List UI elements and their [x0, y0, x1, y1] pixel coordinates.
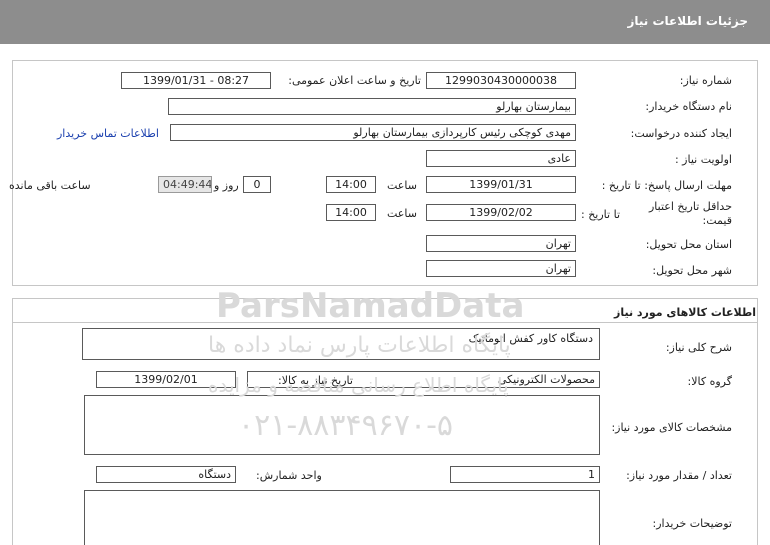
buyer-org-label: نام دستگاه خریدار: [645, 100, 732, 113]
city-label: شهر محل تحویل: [652, 264, 732, 277]
announce-label: تاریخ و ساعت اعلان عمومی: [288, 74, 421, 87]
need-number-field: 1299030430000038 [426, 72, 576, 89]
days-label: روز و [214, 179, 239, 192]
creator-label: ایجاد کننده درخواست: [630, 127, 732, 140]
buyer-notes-field [84, 490, 600, 545]
need-date-field: 1399/02/01 [96, 371, 236, 388]
province-label: استان محل تحویل: [645, 238, 732, 251]
specs-label: مشخصات کالای مورد نیاز: [611, 421, 732, 434]
remaining-label: ساعت باقی مانده [9, 179, 91, 192]
priority-label: اولویت نیاز : [674, 153, 732, 166]
title-bar: جزئیات اطلاعات نیاز [0, 0, 770, 44]
quantity-field: 1 [450, 466, 600, 483]
group-label: گروه کالا: [687, 375, 732, 388]
deadline-time-label: ساعت [387, 179, 417, 192]
validity-label: حداقل تاریخ اعتبار قیمت: [648, 200, 732, 227]
validity-to-label: تا تاریخ : [581, 208, 620, 221]
buyer-org-field: بیمارستان بهارلو [168, 98, 576, 115]
specs-field [84, 395, 600, 455]
section-divider [13, 322, 757, 323]
creator-field: مهدی کوچکی رئیس کارپردازی بیمارستان بهار… [170, 124, 576, 141]
buyer-notes-label: توضیحات خریدار: [652, 517, 733, 530]
days-remaining-field: 0 [243, 176, 271, 193]
need-date-label: تاریخ نیاز به کالا: [278, 374, 353, 387]
description-label: شرح کلی نیاز: [665, 341, 732, 354]
page-title: جزئیات اطلاعات نیاز [627, 14, 748, 28]
city-field: تهران [426, 260, 576, 277]
goods-section-title: اطلاعات کالاهای مورد نیاز [614, 306, 756, 319]
need-number-label: شماره نیاز: [679, 74, 732, 87]
buyer-contact-link[interactable]: اطلاعات تماس خریدار [57, 127, 159, 140]
quantity-label: تعداد / مقدار مورد نیاز: [626, 469, 732, 482]
validity-time-label: ساعت [387, 207, 417, 220]
province-field: تهران [426, 235, 576, 252]
need-info-panel [12, 60, 758, 286]
priority-field: عادی [426, 150, 576, 167]
description-field: دستگاه کاور کفش اتوماتیک [82, 328, 600, 360]
deadline-date-field: 1399/01/31 [426, 176, 576, 193]
remaining-time-field: 04:49:44 [158, 176, 212, 193]
deadline-label: مهلت ارسال پاسخ: تا تاریخ : [601, 179, 732, 192]
announce-field: 1399/01/31 - 08:27 [121, 72, 271, 89]
validity-time-field: 14:00 [326, 204, 376, 221]
unit-field: دستگاه [96, 466, 236, 483]
deadline-time-field: 14:00 [326, 176, 376, 193]
validity-date-field: 1399/02/02 [426, 204, 576, 221]
unit-label: واحد شمارش: [256, 469, 322, 482]
